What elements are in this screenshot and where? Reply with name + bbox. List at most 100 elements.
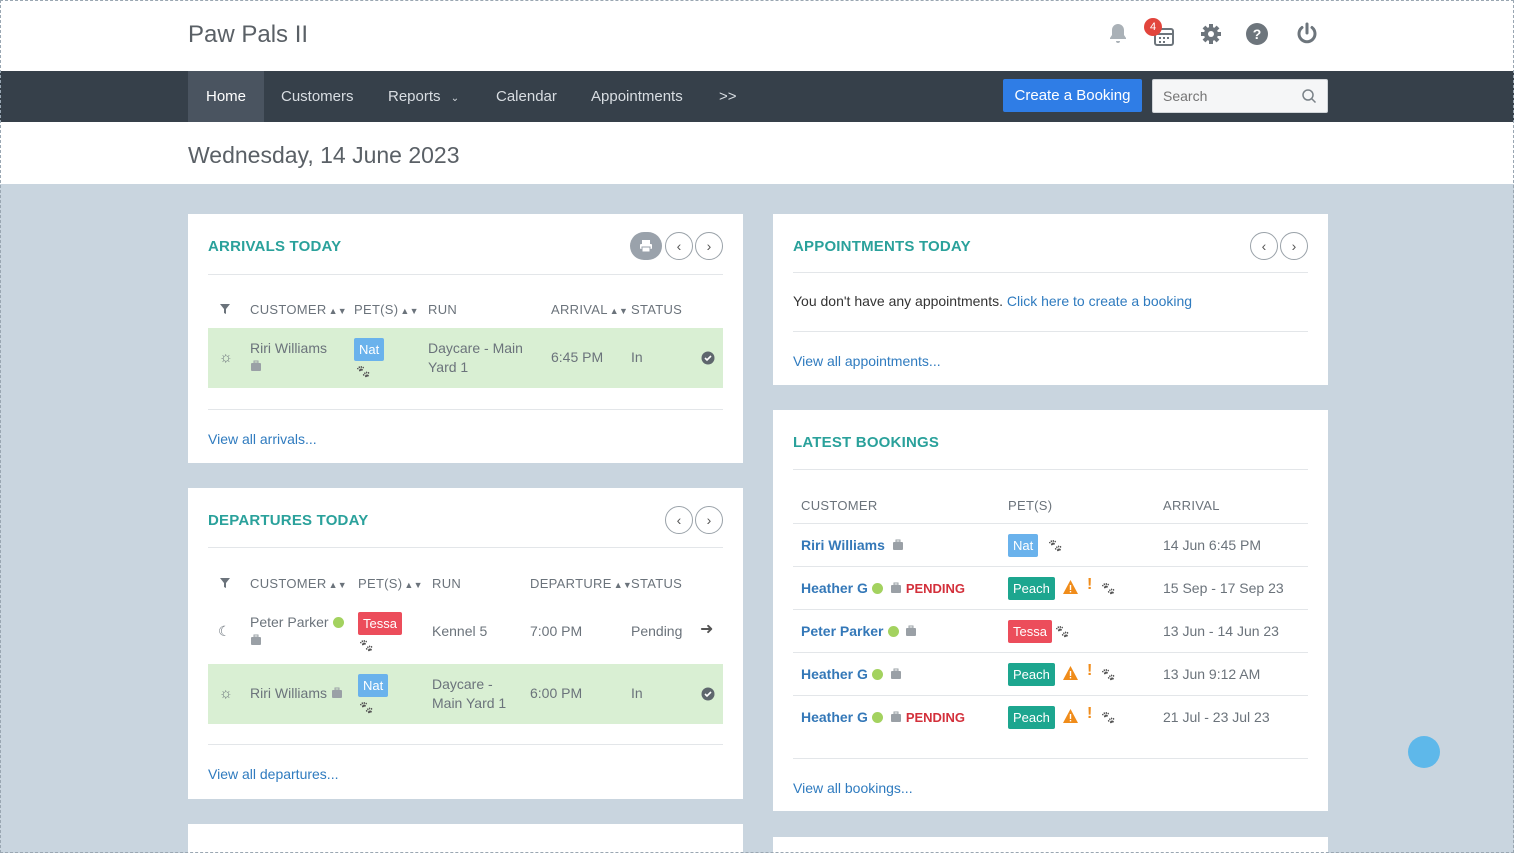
col-departure[interactable]: DEPARTURE ▲▼ <box>530 576 632 591</box>
gear-icon[interactable] <box>1197 20 1225 48</box>
filter-icon[interactable] <box>219 303 231 318</box>
search-input[interactable] <box>1153 80 1293 112</box>
nav-reports[interactable]: Reports ⌄ <box>388 71 459 122</box>
create-booking-button[interactable]: Create a Booking <box>1003 79 1142 112</box>
sort-icon: ▲▼ <box>328 580 347 590</box>
customer-name[interactable]: Riri Williams <box>250 339 327 358</box>
nav-home[interactable]: Home <box>188 71 264 122</box>
filter-icon[interactable] <box>219 577 231 592</box>
view-all-arrivals-link[interactable]: View all arrivals... <box>208 431 317 447</box>
pet-tag[interactable]: Nat <box>358 674 389 697</box>
nav-more[interactable]: >> <box>719 71 737 122</box>
col-pets[interactable]: PET(S) ▲▼ <box>354 302 419 317</box>
booking-arrival: 15 Sep - 17 Sep 23 <box>1163 580 1284 596</box>
paw-icon: 🐾︎ <box>1047 538 1064 553</box>
pet-tag[interactable]: Nat <box>354 338 385 361</box>
paw-icon: 🐾︎ <box>355 364 372 379</box>
col-pets-label: PET(S) <box>354 302 399 317</box>
table-row[interactable]: ☾ Peter Parker Tessa 🐾︎ Kennel 5 7:00 PM… <box>208 602 723 662</box>
pet-tag[interactable]: Tessa <box>1008 620 1052 643</box>
floating-help-button[interactable] <box>1408 736 1440 768</box>
customer-name[interactable]: Riri Williams <box>250 684 343 703</box>
app-title[interactable]: Paw Pals II <box>188 21 308 49</box>
chevron-right-icon: › <box>706 512 712 528</box>
pet-tag[interactable]: Peach <box>1008 663 1055 686</box>
check-circle-icon[interactable] <box>701 687 715 706</box>
pet-tag[interactable]: Peach <box>1008 577 1055 600</box>
help-icon[interactable]: ? <box>1243 20 1271 48</box>
check-circle-icon[interactable] <box>701 351 715 370</box>
power-icon[interactable] <box>1293 20 1321 48</box>
table-row[interactable]: Heather G PENDING Peach ! 🐾︎ 21 Jul - 23… <box>793 696 1308 739</box>
print-button[interactable] <box>630 232 662 260</box>
nav-customers[interactable]: Customers <box>281 71 354 122</box>
view-all-departures-link[interactable]: View all departures... <box>208 766 338 782</box>
arrow-right-icon[interactable]: ➜ <box>700 620 713 639</box>
printer-icon <box>640 240 652 253</box>
warning-icon <box>1063 709 1078 728</box>
status-text: Pending <box>631 623 683 639</box>
chevron-right-icon: › <box>706 238 712 254</box>
luggage-icon <box>902 623 917 639</box>
table-row[interactable]: Heather G Peach ! 🐾︎ 13 Jun 9:12 AM <box>793 653 1308 696</box>
luggage-icon <box>250 358 262 377</box>
booking-customer-name: Peter Parker <box>801 623 884 639</box>
svg-text:?: ? <box>1253 26 1262 42</box>
view-all-bookings-link[interactable]: View all bookings... <box>793 780 913 796</box>
customer-name[interactable]: Peter Parker <box>250 613 344 632</box>
divider <box>208 274 723 275</box>
luggage-icon <box>887 709 902 725</box>
pet-tag[interactable]: Tessa <box>358 612 402 635</box>
booking-customer[interactable]: Heather G PENDING <box>801 579 965 598</box>
paw-icon: 🐾︎ <box>1054 624 1071 639</box>
run-text: Kennel 5 <box>432 623 488 639</box>
table-row[interactable]: ☼ Riri Williams Nat 🐾︎ Daycare - Main Ya… <box>208 328 723 388</box>
pet-tag[interactable]: Nat <box>1008 534 1039 557</box>
arrivals-next-button[interactable]: › <box>695 232 723 260</box>
status-dot <box>871 669 883 680</box>
view-all-appointments-link[interactable]: View all appointments... <box>793 353 941 369</box>
table-row[interactable]: Peter Parker Tessa 🐾︎ 13 Jun - 14 Jun 23 <box>793 610 1308 653</box>
customer-name-text: Riri Williams <box>250 685 327 701</box>
pet-tag[interactable]: Peach <box>1008 706 1055 729</box>
table-row[interactable]: Riri Williams Nat 🐾︎ 14 Jun 6:45 PM <box>793 524 1308 567</box>
arrivals-prev-button[interactable]: ‹ <box>665 232 693 260</box>
col-arrival[interactable]: ARRIVAL ▲▼ <box>551 302 628 317</box>
bell-icon[interactable] <box>1104 20 1132 48</box>
col-pets: PET(S) <box>1008 498 1053 513</box>
current-date: Wednesday, 14 June 2023 <box>188 142 460 168</box>
table-row[interactable]: Heather G PENDING Peach ! 🐾︎ 15 Sep - 17… <box>793 567 1308 610</box>
col-pets-label: PET(S) <box>358 576 403 591</box>
col-status: STATUS <box>631 576 683 591</box>
departures-next-button[interactable]: › <box>695 506 723 534</box>
run-line-2: Yard 1 <box>428 359 469 375</box>
alert-icon: ! <box>1087 705 1093 722</box>
appointments-next-button[interactable]: › <box>1280 232 1308 260</box>
divider <box>208 409 723 410</box>
col-customer[interactable]: CUSTOMER ▲▼ <box>250 302 347 317</box>
departures-prev-button[interactable]: ‹ <box>665 506 693 534</box>
nav-appointments[interactable]: Appointments <box>591 71 683 122</box>
nav-reports-label: Reports <box>388 88 441 105</box>
create-booking-link[interactable]: Click here to create a booking <box>1007 293 1192 309</box>
paw-icon: 🐾︎ <box>358 638 375 653</box>
col-customer[interactable]: CUSTOMER ▲▼ <box>250 576 347 591</box>
bottom-right-card-partial <box>773 837 1328 853</box>
nav-calendar[interactable]: Calendar <box>496 71 557 122</box>
appointments-empty-message: You don't have any appointments. Click h… <box>793 293 1192 309</box>
booking-customer[interactable]: Heather G <box>801 665 902 684</box>
booking-customer[interactable]: Heather G PENDING <box>801 708 965 727</box>
notification-badge: 4 <box>1144 18 1162 36</box>
divider <box>793 469 1308 470</box>
booking-customer[interactable]: Riri Williams <box>801 536 904 555</box>
search-box <box>1152 79 1328 113</box>
table-row[interactable]: ☼ Riri Williams Nat 🐾︎ Daycare - Main Ya… <box>208 664 723 724</box>
search-icon[interactable] <box>1301 88 1317 109</box>
booking-customer[interactable]: Peter Parker <box>801 622 917 641</box>
booking-customer-name: Heather G <box>801 666 868 682</box>
run-line-1: Daycare - <box>432 676 493 692</box>
warning-icon <box>1063 580 1078 599</box>
appointments-prev-button[interactable]: ‹ <box>1250 232 1278 260</box>
chevron-left-icon: ‹ <box>676 512 682 528</box>
col-pets[interactable]: PET(S) ▲▼ <box>358 576 423 591</box>
